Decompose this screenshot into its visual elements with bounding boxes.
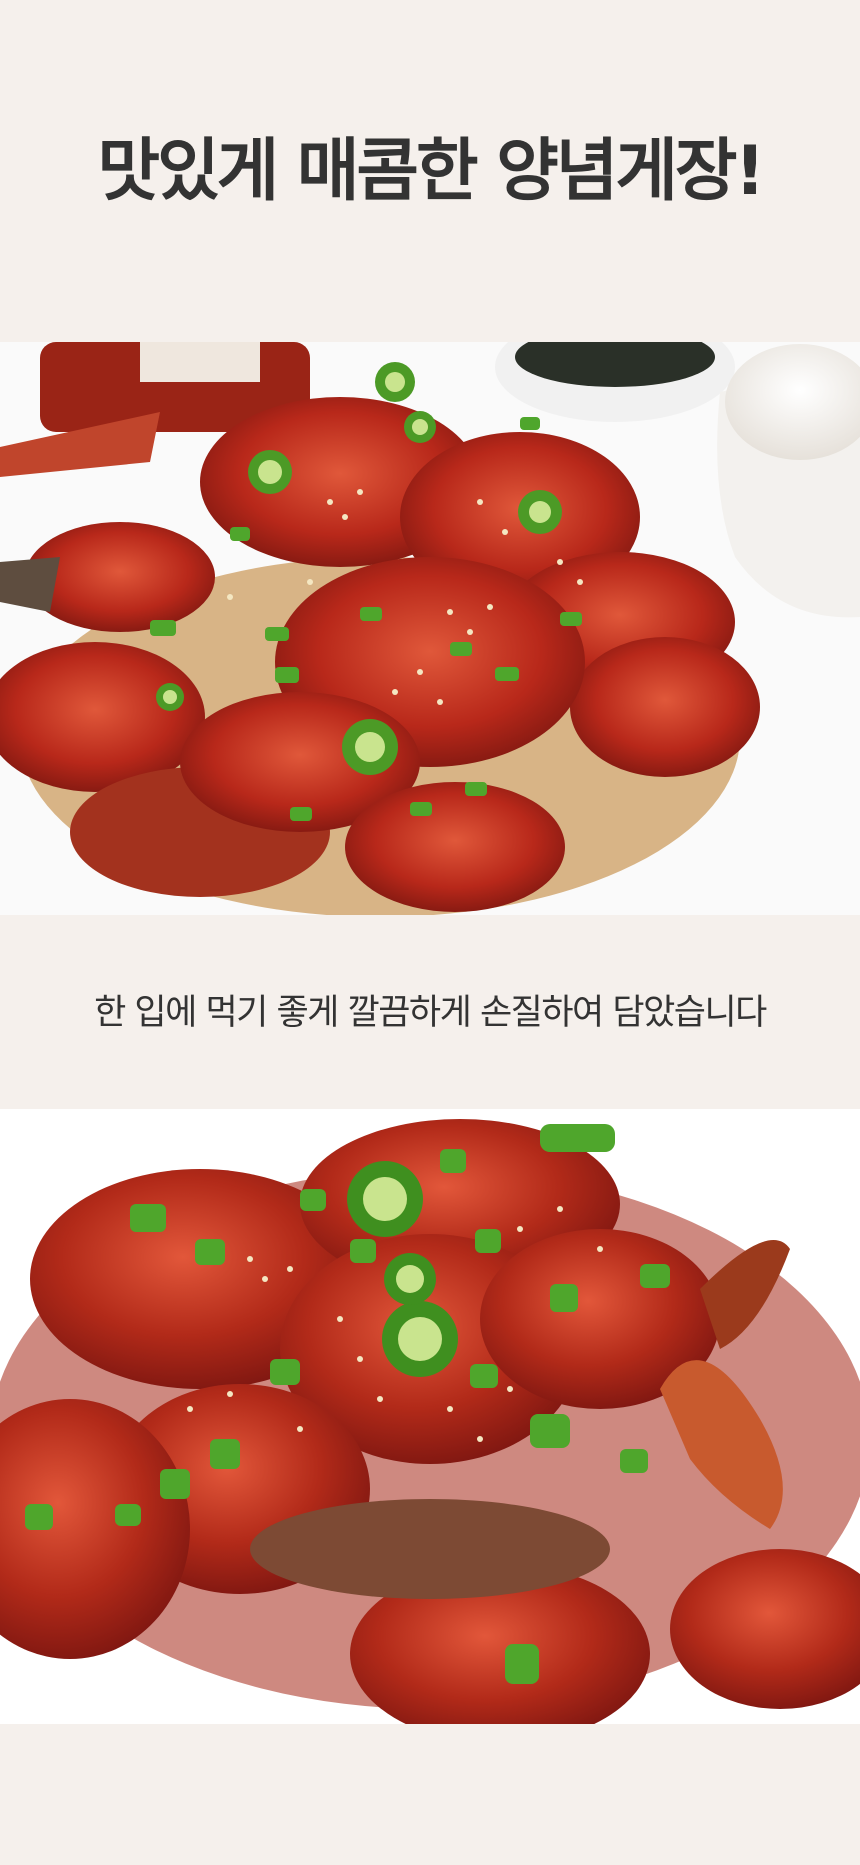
footer-space (0, 1724, 860, 1865)
headline-section: 맛있게 매콤한 양념게장! (0, 0, 860, 342)
crab-plate-photo (0, 342, 860, 915)
crab-plate-illustration (0, 342, 860, 915)
headline: 맛있게 매콤한 양념게장! (97, 131, 766, 211)
caption: 한 입에 먹기 좋게 깔끔하게 손질하여 담았습니다 (94, 992, 767, 1033)
product-detail-page: 맛있게 매콤한 양념게장! 한 입에 먹기 좋게 깔끔하게 손질하여 담았습니다 (0, 0, 860, 1865)
caption-section: 한 입에 먹기 좋게 깔끔하게 손질하여 담았습니다 (0, 915, 860, 1109)
crab-closeup-photo (0, 1109, 860, 1724)
crab-closeup-illustration (0, 1109, 860, 1724)
